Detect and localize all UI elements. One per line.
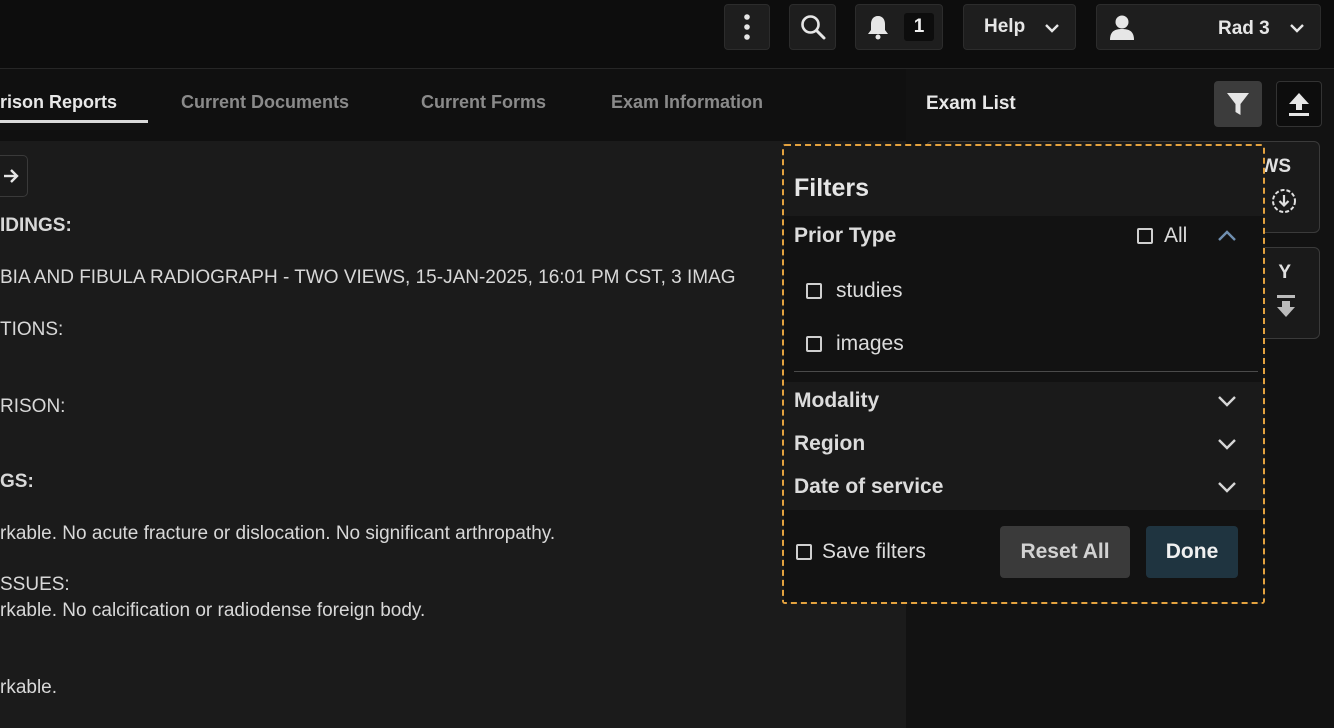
help-label: Help (984, 16, 1026, 37)
prior-type-label: Prior Type (794, 224, 897, 247)
chevron-down-icon[interactable] (1216, 391, 1238, 411)
chevron-down-icon[interactable] (1216, 434, 1238, 454)
filters-footer: Save filters Reset All Done (784, 510, 1263, 602)
bell-icon (868, 16, 888, 40)
user-name: Rad 3 (1218, 18, 1270, 39)
upload-icon (1289, 93, 1309, 116)
filters-popover: Filters Prior Type All studies images Mo… (782, 144, 1265, 604)
filters-title: Filters (794, 174, 870, 202)
download-icon[interactable] (1275, 294, 1297, 320)
chevron-up-icon[interactable] (1216, 226, 1238, 246)
report-line: rkable. No acute fracture or dislocation… (0, 523, 556, 544)
reset-all-button[interactable]: Reset All (1000, 526, 1130, 578)
images-checkbox[interactable] (806, 336, 822, 352)
filter-button[interactable] (1214, 81, 1262, 127)
images-label: images (836, 332, 904, 355)
region-filter-label[interactable]: Region (794, 432, 865, 456)
document-tabs: rison Reports Current Documents Current … (0, 69, 906, 141)
modality-filter-label[interactable]: Modality (794, 389, 879, 413)
download-circle-icon[interactable] (1271, 188, 1297, 214)
done-button[interactable]: Done (1146, 526, 1238, 578)
user-avatar-icon (1110, 15, 1134, 40)
report-line: SSUES: (0, 574, 70, 595)
chevron-down-icon (1290, 24, 1304, 33)
report-line: BIA AND FIBULA RADIOGRAPH - TWO VIEWS, 1… (0, 267, 736, 288)
more-options-button[interactable] (724, 4, 770, 50)
upload-button[interactable] (1276, 81, 1322, 127)
save-filters-label: Save filters (822, 540, 926, 563)
search-icon (800, 15, 825, 40)
prior-type-all-label: All (1164, 224, 1188, 247)
section-divider (794, 371, 1258, 372)
kebab-vertical-icon (744, 14, 750, 40)
report-line: IDINGS: (0, 215, 72, 236)
tab-current-documents[interactable]: Current Documents (181, 92, 349, 113)
prior-type-section: Prior Type All studies images (784, 216, 1263, 382)
tab-exam-information[interactable]: Exam Information (611, 92, 763, 113)
report-line: TIONS: (0, 319, 64, 340)
save-filters-checkbox[interactable] (796, 544, 812, 560)
date-of-service-filter-label[interactable]: Date of service (794, 475, 943, 499)
user-menu-button[interactable]: Rad 3 (1096, 4, 1321, 50)
top-header: 1 Help Rad 3 (0, 0, 1334, 69)
report-line: RISON: (0, 396, 66, 417)
chevron-down-icon[interactable] (1216, 477, 1238, 497)
arrow-right-icon (4, 169, 19, 183)
studies-checkbox[interactable] (806, 283, 822, 299)
tab-current-forms[interactable]: Current Forms (421, 92, 546, 113)
notifications-button[interactable]: 1 (855, 4, 943, 50)
report-line: GS: (0, 471, 34, 492)
search-button[interactable] (789, 4, 836, 50)
prior-type-all-checkbox[interactable] (1137, 228, 1153, 244)
help-menu-button[interactable]: Help (963, 4, 1076, 50)
exam-list-title: Exam List (926, 93, 1016, 114)
next-report-button[interactable] (0, 155, 28, 197)
report-line: rkable. (0, 677, 58, 698)
tab-comparison-reports[interactable]: rison Reports (0, 92, 117, 113)
studies-label: studies (836, 279, 903, 302)
chevron-down-icon (1045, 24, 1059, 33)
report-line: rkable. No calcification or radiodense f… (0, 600, 426, 621)
report-panel: IDINGS: BIA AND FIBULA RADIOGRAPH - TWO … (0, 141, 906, 728)
active-tab-indicator (0, 120, 148, 123)
filter-funnel-icon (1227, 93, 1249, 115)
exam-card-title: Y (1278, 262, 1291, 283)
notification-count: 1 (904, 13, 934, 41)
